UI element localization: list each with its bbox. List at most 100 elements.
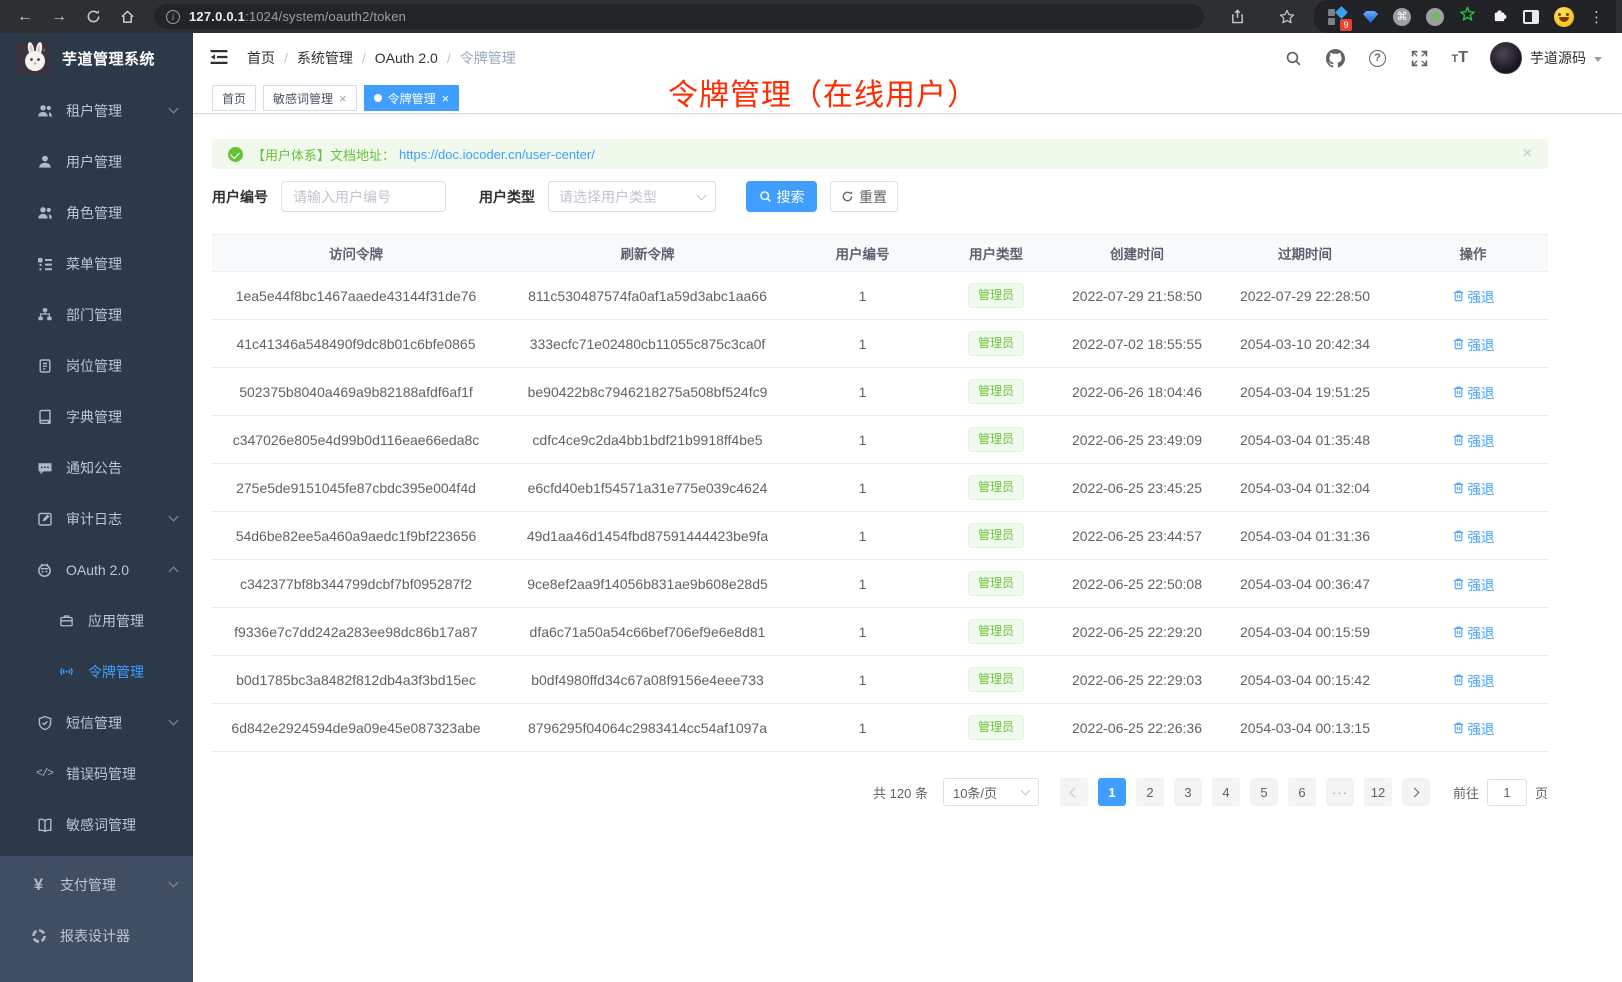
user-menu[interactable]: 芋道源码: [1490, 42, 1602, 74]
sidebar-item-role[interactable]: 角色管理: [0, 187, 193, 238]
share-icon[interactable]: [1224, 4, 1250, 30]
help-icon[interactable]: ?: [1367, 48, 1387, 68]
star-extension-icon[interactable]: [1459, 6, 1476, 28]
sidebar-item-oauth-app[interactable]: 应用管理: [0, 595, 193, 646]
force-logout-button[interactable]: 强退: [1452, 526, 1495, 546]
sidebar-item-errcode[interactable]: </> 错误码管理: [0, 748, 193, 799]
force-logout-button[interactable]: 强退: [1452, 382, 1495, 402]
app-logo-row[interactable]: 芋道管理系统: [0, 33, 193, 83]
sidebar-item-tenant[interactable]: 租户管理: [0, 85, 193, 136]
reset-button[interactable]: 重置: [830, 181, 898, 212]
errcode-icon: </>: [36, 765, 53, 782]
bookmark-star-icon[interactable]: [1274, 4, 1300, 30]
fullscreen-icon[interactable]: [1409, 48, 1429, 68]
dict-icon: [36, 408, 53, 425]
search-icon[interactable]: [1283, 48, 1303, 68]
table-row: 502375b8040a469a9b82188afdf6af1fbe90422b…: [212, 368, 1548, 416]
force-logout-button[interactable]: 强退: [1452, 478, 1495, 498]
sidebar-item-pay[interactable]: ¥ 支付管理: [0, 859, 193, 910]
force-logout-button[interactable]: 强退: [1452, 574, 1495, 594]
user-id-input[interactable]: [281, 181, 446, 212]
close-icon[interactable]: ×: [442, 92, 450, 105]
app-icon: [58, 612, 75, 629]
page-button-4[interactable]: 4: [1212, 778, 1240, 806]
extension-grid-icon[interactable]: 9: [1328, 8, 1348, 26]
table-row: 41c41346a548490f9dc8b01c6bfe0865333ecfc7…: [212, 320, 1548, 368]
doc-link[interactable]: https://doc.iocoder.cn/user-center/: [399, 147, 595, 162]
next-page-button[interactable]: [1402, 778, 1430, 806]
force-logout-button[interactable]: 强退: [1452, 670, 1495, 690]
search-button[interactable]: 搜索: [746, 181, 817, 212]
tab-sensitive-words[interactable]: 敏感词管理 ×: [263, 85, 357, 111]
home-icon[interactable]: [114, 4, 140, 30]
sidebar-item-notice[interactable]: 通知公告: [0, 442, 193, 493]
more-pages-button[interactable]: ···: [1326, 778, 1354, 806]
user-type-badge: 管理员: [968, 427, 1024, 451]
screen: ← → i 127.0.0.1:1024/system/oauth2/token: [0, 0, 1622, 982]
breadcrumb-oauth[interactable]: OAuth 2.0: [375, 50, 438, 66]
breadcrumb-home[interactable]: 首页: [247, 48, 275, 68]
close-icon[interactable]: ×: [339, 92, 347, 105]
page-button-5[interactable]: 5: [1250, 778, 1278, 806]
reload-icon[interactable]: [80, 4, 106, 30]
sidebar-item-sensitive[interactable]: 敏感词管理: [0, 799, 193, 850]
sidebar-item-oauth[interactable]: OAuth 2.0: [0, 544, 193, 595]
table-row: f9336e7c7dd242a283ee98dc86b17a87dfa6c71a…: [212, 608, 1548, 656]
sidebar-item-report[interactable]: 报表设计器: [0, 910, 193, 961]
font-size-icon[interactable]: TT: [1451, 49, 1468, 67]
page-button-6[interactable]: 6: [1288, 778, 1316, 806]
forward-icon[interactable]: →: [46, 4, 72, 30]
force-logout-button[interactable]: 强退: [1452, 718, 1495, 738]
tab-token-management[interactable]: 令牌管理 ×: [364, 85, 460, 111]
sidebar-item-audit[interactable]: 审计日志: [0, 493, 193, 544]
navbar-tools: ? TT 芋道源码: [1283, 42, 1602, 74]
report-icon: [30, 927, 47, 944]
sidebar-item-post[interactable]: 岗位管理: [0, 340, 193, 391]
sidebar-item-dict[interactable]: 字典管理: [0, 391, 193, 442]
command-extension-icon[interactable]: ⌘: [1393, 8, 1411, 26]
breadcrumb-system[interactable]: 系统管理: [297, 48, 353, 68]
prev-page-button[interactable]: [1060, 778, 1088, 806]
puzzle-extensions-icon[interactable]: [1491, 6, 1508, 28]
url-bar[interactable]: i 127.0.0.1:1024/system/oauth2/token: [154, 4, 1204, 29]
collapse-sidebar-icon[interactable]: [209, 47, 231, 69]
sidebar-item-sms[interactable]: 短信管理: [0, 697, 193, 748]
sidebar-item-user[interactable]: 用户管理: [0, 136, 193, 187]
page-button-2[interactable]: 2: [1136, 778, 1164, 806]
page-button-3[interactable]: 3: [1174, 778, 1202, 806]
user-type-badge: 管理员: [968, 331, 1024, 355]
tenant-icon: [36, 102, 53, 119]
page-size-select[interactable]: 10条/页: [943, 778, 1039, 806]
force-logout-button[interactable]: 强退: [1452, 622, 1495, 642]
goto-page: 前往 页: [1453, 779, 1548, 806]
app-title: 芋道管理系统: [62, 48, 155, 69]
user-type-select[interactable]: 请选择用户类型: [548, 181, 716, 212]
doc-alert: 【用户体系】文档地址： https://doc.iocoder.cn/user-…: [212, 139, 1548, 169]
extension-badge: 9: [1340, 19, 1352, 31]
sidebar-item-menu[interactable]: 菜单管理: [0, 238, 193, 289]
force-logout-button[interactable]: 强退: [1452, 286, 1495, 306]
user-type-badge: 管理员: [968, 619, 1024, 643]
user-type-badge: 管理员: [968, 283, 1024, 307]
alert-close-icon[interactable]: ×: [1523, 146, 1532, 162]
github-icon[interactable]: [1325, 48, 1345, 68]
recorder-extension-icon[interactable]: [1426, 8, 1444, 26]
back-icon[interactable]: ←: [12, 4, 38, 30]
force-logout-button[interactable]: 强退: [1452, 430, 1495, 450]
sidebar-item-oauth-token[interactable]: 令牌管理: [0, 646, 193, 697]
tab-home[interactable]: 首页: [212, 85, 256, 111]
goto-page-input[interactable]: [1487, 779, 1527, 806]
info-icon[interactable]: i: [166, 10, 180, 24]
user-id-label: 用户编号: [212, 187, 268, 207]
browser-menu-icon[interactable]: ⋮: [1589, 8, 1604, 26]
sidebar-item-dept[interactable]: 部门管理: [0, 289, 193, 340]
token-table: 访问令牌 刷新令牌 用户编号 用户类型 创建时间 过期时间 操作 1ea5e44…: [212, 234, 1548, 752]
side-panel-icon[interactable]: [1523, 10, 1539, 24]
page-button-1[interactable]: 1: [1098, 778, 1126, 806]
breadcrumb: 首页 / 系统管理 / OAuth 2.0 / 令牌管理: [247, 48, 516, 68]
profile-avatar[interactable]: [1554, 7, 1574, 27]
page-button-12[interactable]: 12: [1364, 778, 1392, 806]
gem-extension-icon[interactable]: [1363, 10, 1378, 23]
force-logout-button[interactable]: 强退: [1452, 334, 1495, 354]
url-text: 127.0.0.1:1024/system/oauth2/token: [189, 9, 406, 24]
